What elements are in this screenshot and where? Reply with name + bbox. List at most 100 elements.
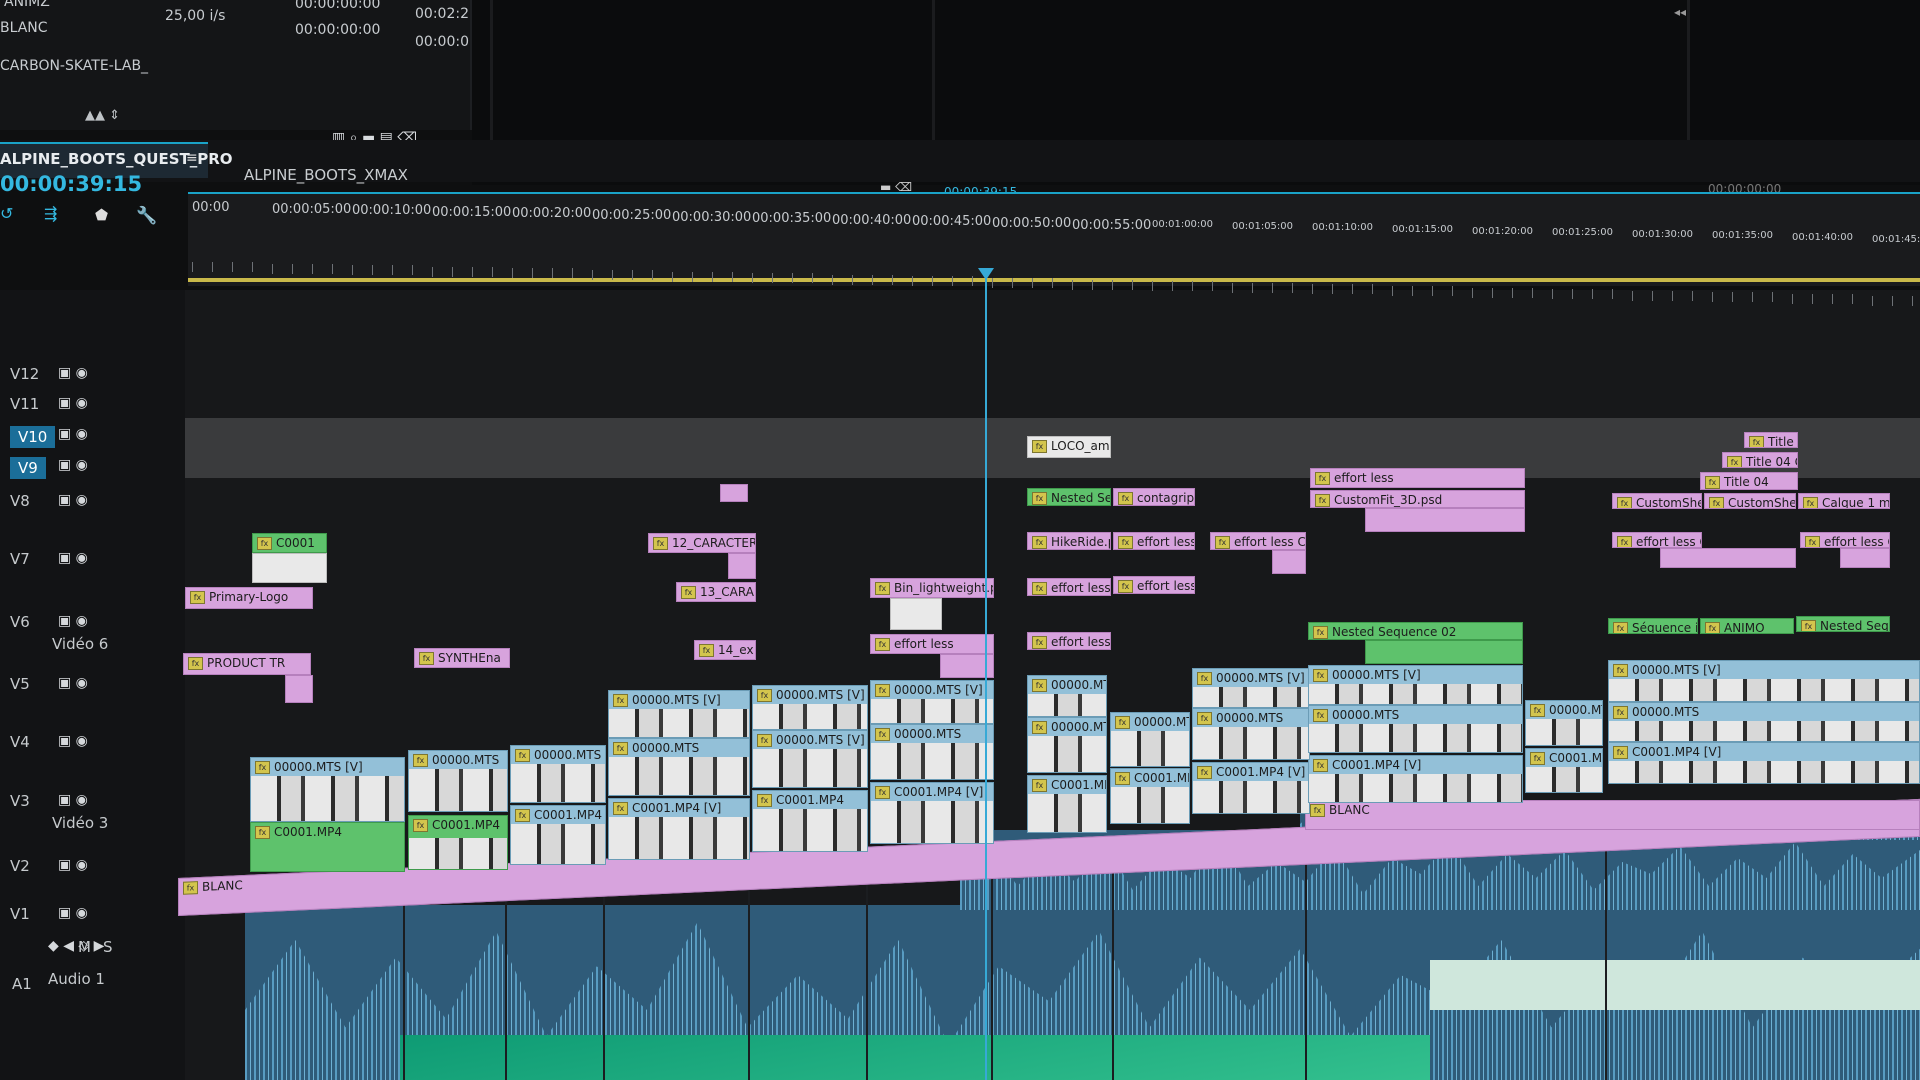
tab-menu-icon[interactable]: ≡ — [186, 150, 198, 166]
add-marker-icon[interactable]: ⬟ — [95, 206, 108, 224]
clip-00000-mts[interactable]: fx 00000.MTS — [1110, 712, 1190, 767]
clip-13-cara[interactable]: fx 13_CARA — [676, 582, 756, 602]
clip-animo[interactable]: fx ANIMO — [1700, 618, 1794, 634]
track-toggle-icons[interactable]: ▣ ◉ — [58, 905, 88, 921]
clip-primary-logo[interactable]: fx Primary-Logo — [185, 587, 313, 609]
project-item-name[interactable]: ANIMZ — [4, 0, 50, 10]
clip-title-small[interactable] — [720, 484, 748, 502]
clip-synthena[interactable]: fx SYNTHEna — [414, 648, 510, 668]
clip-c0001-mp4-v[interactable]: fx C0001.MP4 [V] — [1192, 762, 1310, 814]
clip-effort-less[interactable]: fx effort less — [1113, 532, 1195, 550]
clip-00000-mts-v[interactable]: fx 00000.MTS [V] — [1308, 665, 1523, 705]
clip-effort-less[interactable]: fx effort less — [870, 634, 994, 654]
linked-selection-icon[interactable]: ⇶ — [44, 204, 57, 223]
tab-alpine-boots-xmax[interactable]: ALPINE_BOOTS_XMAX — [244, 166, 408, 184]
track-toggle-icons[interactable]: ▣ ◉ — [58, 492, 88, 508]
clip-00000-mts-v[interactable]: fx 00000.MTS [V] — [1192, 668, 1310, 708]
track-id-v5[interactable]: V5 — [10, 675, 30, 693]
clip-effort-less-copy[interactable]: fx effort less Copy 0 — [1210, 532, 1306, 550]
track-id-v10[interactable]: V10 — [10, 426, 56, 448]
track-id-a1[interactable]: A1 — [12, 975, 32, 993]
clip-effort-less-copy-06[interactable]: fx effort less Copy 06 — [1800, 532, 1890, 548]
clip-product-tr[interactable]: fx PRODUCT TR — [183, 653, 311, 675]
clip-effort-less-copy-tail[interactable] — [1272, 550, 1306, 574]
track-toggle-icons[interactable]: ▣ ◉ — [58, 550, 88, 566]
clip-c0001-mp4[interactable]: fx C0001.MP4 — [1027, 775, 1107, 833]
playhead[interactable] — [985, 270, 987, 1080]
track-toggle-icons[interactable]: ▣ ◉ — [58, 675, 88, 691]
clip-00000-mts[interactable]: fx 00000.MTS — [1027, 675, 1107, 717]
clip-00000-mts-v[interactable]: fx 00000.MTS [V] — [608, 690, 750, 738]
track-id-v7[interactable]: V7 — [10, 550, 30, 568]
clip-customfit-tail[interactable] — [1365, 508, 1525, 532]
solo-toggle[interactable]: S — [103, 938, 113, 956]
clip-nested-sequence-02[interactable]: fx Nested Sequence 02 — [1796, 616, 1890, 632]
clip-bin-lightweight-thumb[interactable] — [890, 598, 942, 630]
project-item-name[interactable]: CARBON-SKATE-LAB_ — [0, 58, 148, 74]
track-toggle-icons[interactable]: ▣ ◉ — [58, 426, 88, 442]
clip-c0001-mp4-v[interactable]: fx C0001.MP4 [V] — [1308, 755, 1523, 803]
clip-00000-mts-v[interactable]: fx 00000.MTS [V] — [870, 680, 994, 724]
track-id-v9[interactable]: V9 — [10, 457, 46, 479]
clip-c0001-mp4[interactable]: fx C0001.MP4 — [752, 790, 868, 852]
clip-calque[interactable]: fx Calque 1 montage to a — [1798, 493, 1890, 509]
clip-c0001-mp4-v[interactable]: fx C0001.MP4 [V] — [1608, 742, 1920, 784]
track-toggle-icons[interactable]: ▣ ◉ — [58, 613, 88, 629]
wrench-icon[interactable]: 🔧 — [136, 206, 157, 226]
track-id-v3[interactable]: V3 — [10, 792, 30, 810]
clip-blanc-v2[interactable]: fx BLANC — [1305, 800, 1920, 830]
track-id-v11[interactable]: V11 — [10, 395, 39, 413]
track-toggle-icons[interactable]: ▣ ◉ — [58, 792, 88, 808]
audio-clip-light[interactable] — [1430, 960, 1920, 1010]
clip-contagrip[interactable]: fx contagrip.psd — [1113, 488, 1195, 506]
clip-sequence-imbriquee[interactable]: fx Séquence imbriquée — [1608, 618, 1698, 634]
clip-00000-mts-v[interactable]: fx 00000.MTS [V] — [1525, 700, 1603, 746]
clip-title-04-copy[interactable]: fx Title 04 Copy — [1744, 432, 1798, 448]
clip-nested-sequence-02-tail[interactable] — [1365, 640, 1523, 664]
clip-title-04[interactable]: fx Title 04 — [1700, 472, 1798, 490]
clip-c0001-mp4-v[interactable]: fx C0001.MP4 [V — [1110, 768, 1190, 824]
clip-effort-less-c[interactable]: fx effort less C — [1113, 576, 1195, 594]
clip-hikeride[interactable]: fx HikeRide.psd — [1027, 532, 1111, 550]
clip-customfit[interactable]: fx CustomFit_3D.psd — [1310, 490, 1525, 508]
clip-00000-mts[interactable]: fx 00000.MTS — [1027, 717, 1107, 773]
work-area-bar[interactable] — [188, 278, 1920, 282]
clip-c0001-mp4[interactable]: fx C0001.MP4 — [510, 805, 606, 865]
track-toggle-icons[interactable]: ▣ ◉ — [58, 365, 88, 381]
clip-00000-mts-v[interactable]: fx 00000.MTS [V] — [250, 757, 405, 822]
clip-effort-less[interactable]: fx effort less — [1310, 468, 1525, 488]
track-toggle-icons[interactable]: ▣ ◉ — [58, 857, 88, 873]
track-id-v8[interactable]: V8 — [10, 492, 30, 510]
clip-12-caracter-tail[interactable] — [728, 553, 756, 579]
clip-00000-mts[interactable]: fx 00000.MTS — [408, 750, 508, 812]
zoom-slider-icon[interactable]: ▲▲ ⇕ — [85, 108, 120, 123]
track-toggle-icons[interactable]: ▣ ◉ — [58, 395, 88, 411]
clip-product-tr-tail[interactable] — [285, 675, 313, 703]
clip-00000-mts-v[interactable]: fx 00000.MTS [V] — [1608, 660, 1920, 702]
panel-menu-icon[interactable]: ◂◂ — [1674, 5, 1686, 19]
track-toggle-icons[interactable]: ▣ ◉ — [58, 733, 88, 749]
clip-00000-mts[interactable]: fx 00000.MTS — [510, 745, 606, 803]
clip-00000-mts-v[interactable]: fx 00000.MTS [V] — [752, 730, 868, 788]
mute-toggle[interactable]: M — [78, 938, 91, 956]
clip-customshell[interactable]: fx CustomShell_360.psd — [1704, 493, 1796, 509]
clip-c0001-mp4[interactable]: fx C0001.MP4 — [250, 822, 405, 872]
clip-c0001-thumb[interactable] — [252, 553, 327, 583]
clip-c0001-mp4-v[interactable]: fx 00000.MTS [V] — [752, 685, 868, 730]
snap-icon[interactable]: ↺ — [0, 204, 13, 223]
clip-effort-less-copy-05-tail[interactable] — [1660, 548, 1796, 568]
sequence-timecode[interactable]: 00:00:39:15 — [0, 172, 142, 196]
track-id-v12[interactable]: V12 — [10, 365, 39, 383]
clip-00000-mts[interactable]: fx 00000.MTS — [1608, 702, 1920, 742]
audio-clip-green[interactable] — [400, 1035, 1430, 1080]
clip-nested-sequence-02[interactable]: fx Nested Sequence 02 — [1308, 622, 1523, 640]
clip-effort-less[interactable]: fx effort less — [1027, 578, 1111, 596]
clip-00000-mts[interactable]: fx 00000.MTS — [608, 738, 750, 796]
keyframe-nav-icons[interactable]: ◆ ◀ ◇ ▶ — [48, 938, 104, 954]
track-id-v4[interactable]: V4 — [10, 733, 30, 751]
clip-c0001-mp4[interactable]: fx C0001.MP4 — [1525, 748, 1603, 793]
clip-customshell[interactable]: fx CustomShell_360.p — [1612, 493, 1702, 509]
clip-00000-mts[interactable]: fx 00000.MTS — [870, 724, 994, 780]
clip-c0001[interactable]: fx C0001 — [252, 533, 327, 553]
clip-effort-less-c[interactable]: fx effort less C — [1027, 632, 1111, 650]
